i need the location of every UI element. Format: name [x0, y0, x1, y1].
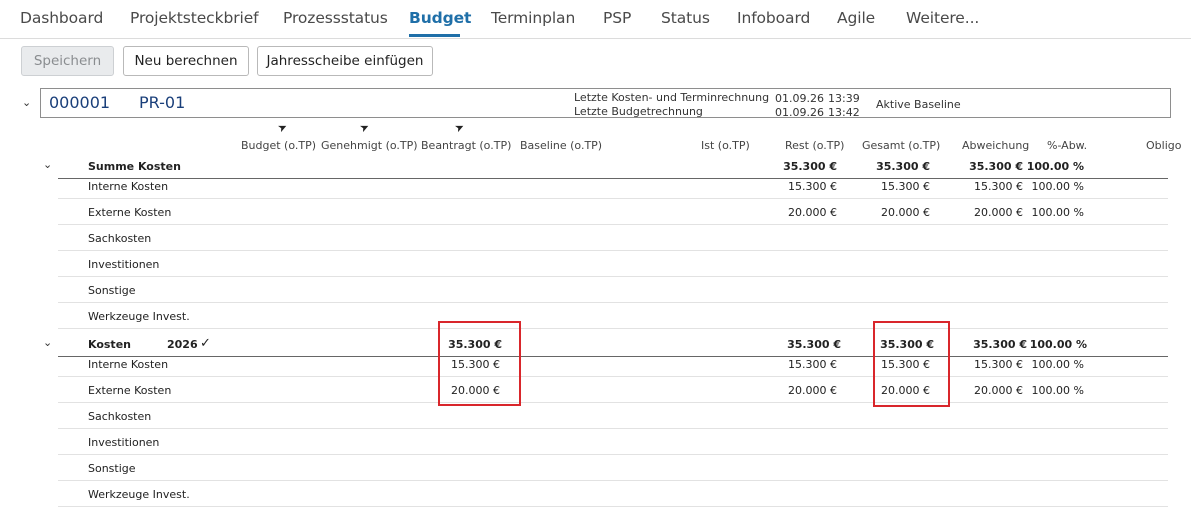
column-header-total[interactable]: Gesamt (o.TP) — [862, 139, 940, 152]
divider — [58, 402, 1168, 403]
table-row-label: Externe Kosten — [88, 206, 172, 219]
summary-total: 35.300 € — [876, 160, 930, 173]
table-row-label: Investitionen — [88, 258, 160, 271]
table-cell-rest: 15.300 € — [788, 358, 837, 371]
table-cell-total: 20.000 € — [881, 206, 930, 219]
table-row-label: Sonstige — [88, 462, 136, 475]
divider — [58, 250, 1168, 251]
table-cell-deviation: 15.300 € — [974, 358, 1023, 371]
column-header-requested[interactable]: Beantragt (o.TP) — [421, 139, 511, 152]
last-budget-time: 13:42 — [828, 106, 860, 119]
table-cell-deviation: 15.300 € — [974, 180, 1023, 193]
column-header-obligo[interactable]: Obligo — [1146, 139, 1181, 152]
divider — [58, 198, 1168, 199]
table-cell-pct: 100.00 % — [1031, 358, 1084, 371]
table-cell-total: 15.300 € — [881, 180, 930, 193]
tab-more[interactable]: Weitere... — [906, 9, 979, 27]
insert-year-slice-button[interactable]: Jahresscheibe einfügen — [257, 46, 433, 76]
filter-icon[interactable]: ➤ — [276, 120, 290, 136]
table-row-label: Sachkosten — [88, 232, 152, 245]
tab-budget[interactable]: Budget — [409, 9, 471, 27]
last-budget-calc-label: Letzte Budgetrechnung — [574, 105, 703, 118]
divider — [58, 376, 1168, 377]
table-row-label: Sonstige — [88, 284, 136, 297]
column-header-budget[interactable]: Budget (o.TP) — [241, 139, 316, 152]
divider — [58, 428, 1168, 429]
tab-psp[interactable]: PSP — [603, 9, 631, 27]
chevron-down-icon[interactable]: ⌄ — [43, 158, 52, 171]
filter-icon[interactable]: ➤ — [453, 120, 467, 136]
table-row-label: Externe Kosten — [88, 384, 172, 397]
divider — [58, 480, 1168, 481]
year-rest: 35.300 € — [787, 338, 841, 351]
table-cell-rest: 20.000 € — [788, 384, 837, 397]
year-pct: 100.00 % — [1029, 338, 1087, 351]
table-cell-rest: 20.000 € — [788, 206, 837, 219]
summary-deviation: 35.300 € — [969, 160, 1023, 173]
checkmark-icon[interactable]: ✓ — [200, 336, 211, 351]
divider — [58, 454, 1168, 455]
highlight-box-total — [873, 321, 950, 407]
last-cost-calc-label: Letzte Kosten- und Terminrechnung — [574, 91, 770, 104]
divider — [58, 328, 1168, 329]
active-baseline-label: Aktive Baseline — [876, 98, 961, 111]
tab-status[interactable]: Status — [661, 9, 710, 27]
column-header-rest[interactable]: Rest (o.TP) — [785, 139, 844, 152]
project-header: 000001 PR-01 Letzte Kosten- und Terminre… — [40, 88, 1171, 119]
divider — [58, 178, 1168, 179]
table-row-label: Werkzeuge Invest. — [88, 488, 190, 501]
table-cell-pct: 100.00 % — [1031, 206, 1084, 219]
summary-pct: 100.00 % — [1026, 160, 1084, 173]
highlight-box-requested — [438, 321, 521, 406]
column-header-approved[interactable]: Genehmigt (o.TP) — [321, 139, 418, 152]
tab-terminplan[interactable]: Terminplan — [491, 9, 575, 27]
last-cost-time: 13:39 — [828, 92, 860, 105]
table-cell-rest: 15.300 € — [788, 180, 837, 193]
chevron-down-icon[interactable]: ⌄ — [43, 336, 52, 349]
table-cell-pct: 100.00 % — [1031, 384, 1084, 397]
table-row-label: Werkzeuge Invest. — [88, 310, 190, 323]
last-budget-date: 01.09.26 — [775, 106, 824, 119]
table-row-label: Interne Kosten — [88, 180, 169, 193]
table-cell-deviation: 20.000 € — [974, 384, 1023, 397]
tab-infoboard[interactable]: Infoboard — [737, 9, 810, 27]
table-row-label: Sachkosten — [88, 410, 152, 423]
column-header-deviation[interactable]: Abweichung — [962, 139, 1029, 152]
divider — [58, 276, 1168, 277]
recalculate-button[interactable]: Neu berechnen — [123, 46, 249, 76]
table-row-label: Interne Kosten — [88, 358, 169, 371]
tab-bar: Dashboard Projektsteckbrief Prozessstatu… — [0, 0, 1191, 39]
column-header-baseline[interactable]: Baseline (o.TP) — [520, 139, 602, 152]
tab-dashboard[interactable]: Dashboard — [20, 9, 103, 27]
year-label: 2026 — [167, 338, 198, 351]
tab-prozessstatus[interactable]: Prozessstatus — [283, 9, 388, 27]
column-header-actual[interactable]: Ist (o.TP) — [701, 139, 750, 152]
year-deviation: 35.300 € — [973, 338, 1027, 351]
divider — [58, 356, 1168, 357]
tab-agile[interactable]: Agile — [837, 9, 875, 27]
summary-label: Summe Kosten — [88, 160, 181, 173]
project-number: 000001 — [49, 93, 111, 112]
project-code: PR-01 — [139, 93, 186, 112]
tab-projektsteckbrief[interactable]: Projektsteckbrief — [130, 9, 259, 27]
column-header-pct-deviation[interactable]: %-Abw. — [1047, 139, 1087, 152]
active-tab-indicator — [409, 34, 460, 37]
last-cost-date: 01.09.26 — [775, 92, 824, 105]
divider — [58, 506, 1168, 507]
filter-icon[interactable]: ➤ — [358, 120, 372, 136]
divider — [58, 302, 1168, 303]
divider — [58, 224, 1168, 225]
year-group-label: Kosten — [88, 338, 131, 351]
summary-rest: 35.300 € — [783, 160, 837, 173]
chevron-down-icon[interactable]: ⌄ — [22, 96, 31, 109]
table-cell-pct: 100.00 % — [1031, 180, 1084, 193]
save-button[interactable]: Speichern — [21, 46, 114, 76]
table-cell-deviation: 20.000 € — [974, 206, 1023, 219]
table-row-label: Investitionen — [88, 436, 160, 449]
